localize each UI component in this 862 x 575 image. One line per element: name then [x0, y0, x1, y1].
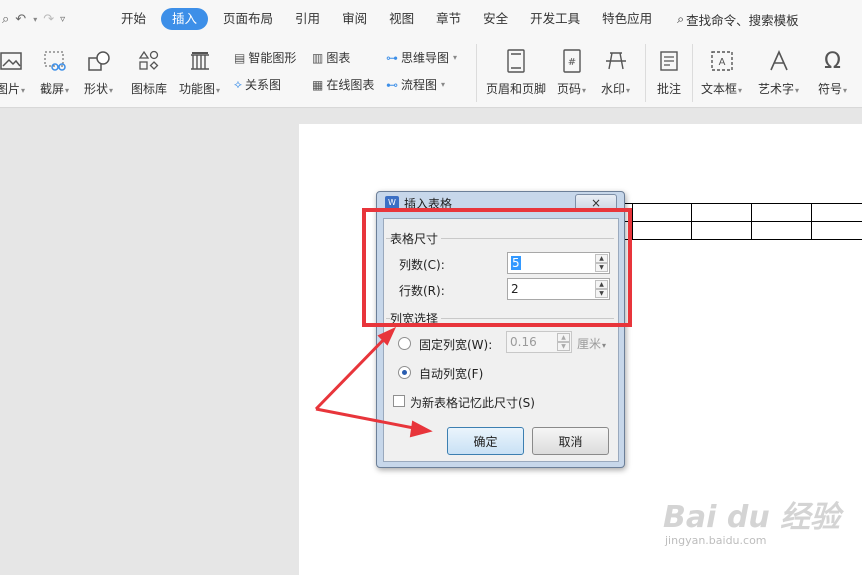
auto-width-radio[interactable] [398, 366, 411, 379]
spin-down-icon: ▼ [557, 342, 570, 351]
watermark-url: jingyan.baidu.com [665, 534, 767, 547]
shapes-button[interactable]: 形状▾ [84, 48, 113, 97]
comment-button[interactable]: 批注 [656, 48, 682, 97]
menu-bar: ⌕ ↶ ▾ ↷ ▿ 开始 插入 页面布局 引用 审阅 视图 章节 安全 开发工具 … [0, 0, 862, 38]
spin-up-icon: ▲ [557, 333, 570, 342]
comment-label: 批注 [656, 82, 681, 96]
remember-size-label: 为新表格记忆此尺寸(S) [410, 396, 535, 410]
command-search[interactable]: ⌕ 查找命令、搜索模板 [677, 10, 799, 29]
watermark-label: 水印▾ [601, 82, 631, 96]
unit-select: 厘米▾ [577, 337, 607, 351]
ribbon-toolbar: 图片▾ 截屏▾ 形状▾ 图标库 功能图▾ ▤ 智能图形 ▥ 图表 ⊶ 思维导图 ▾ ⟡ 关… [0, 38, 862, 108]
word-art-button[interactable]: 艺术字▾ [758, 48, 799, 97]
text-box-icon: A [709, 48, 735, 74]
tab-references[interactable]: 引用 [284, 8, 331, 30]
svg-text:A: A [718, 57, 725, 68]
watermark-icon [603, 48, 629, 74]
bar-chart-icon: ▥ [312, 50, 324, 65]
omega-icon: Ω [824, 48, 841, 74]
undo-dropdown-icon[interactable]: ▾ [33, 15, 37, 24]
symbol-label: 符号▾ [818, 82, 848, 96]
smart-graphic-icon: ▤ [234, 50, 246, 65]
quick-access-toolbar: ⌕ ↶ ▾ ↷ ▿ [0, 12, 110, 27]
table-border [811, 203, 812, 240]
search-icon[interactable]: ⌕ [2, 12, 9, 27]
text-box-button[interactable]: A 文本框▾ [701, 48, 742, 97]
icon-library-label: 图标库 [131, 82, 168, 96]
tab-home[interactable]: 开始 [110, 8, 157, 30]
ok-button[interactable]: 确定 [447, 427, 524, 455]
fixed-width-radio[interactable] [398, 337, 411, 350]
tab-chapter[interactable]: 章节 [425, 8, 472, 30]
tab-insert[interactable]: 插入 [161, 8, 209, 30]
shapes-label: 形状▾ [84, 82, 114, 96]
highlight-box [362, 208, 632, 327]
header-footer-label: 页眉和页脚 [486, 82, 547, 96]
table-border [691, 203, 692, 240]
table-border [632, 203, 633, 240]
online-chart-icon: ▦ [312, 77, 324, 92]
shapes-icon [86, 48, 112, 74]
picture-label: 图片▾ [0, 82, 26, 96]
command-search-label: 查找命令、搜索模板 [686, 12, 799, 28]
header-footer-icon [503, 48, 529, 74]
auto-width-label: 自动列宽(F) [419, 367, 484, 381]
fixed-width-spin-buttons: ▲ ▼ [557, 333, 570, 351]
relation-chart-button[interactable]: ⟡ 关系图 [234, 76, 281, 93]
customize-dropdown-icon[interactable]: ▿ [60, 14, 65, 25]
table-border [751, 203, 752, 240]
tab-security[interactable]: 安全 [472, 8, 519, 30]
fixed-width-label: 固定列宽(W): [419, 338, 493, 352]
function-chart-button[interactable]: 功能图▾ [179, 48, 220, 97]
ribbon-divider [476, 44, 477, 102]
watermark-brand: Bai du 经验 [663, 500, 841, 535]
tab-review[interactable]: 审阅 [331, 8, 378, 30]
search-icon: ⌕ [677, 11, 685, 26]
ribbon-tabs: 开始 插入 页面布局 引用 审阅 视图 章节 安全 开发工具 特色应用 [110, 8, 663, 30]
tab-developer[interactable]: 开发工具 [519, 8, 591, 30]
online-chart-button[interactable]: ▦ 在线图表 [312, 76, 374, 93]
picture-icon [0, 48, 24, 74]
mind-map-button[interactable]: ⊶ 思维导图 ▾ [386, 49, 457, 66]
comment-icon [656, 48, 682, 74]
word-art-icon [766, 48, 792, 74]
header-footer-button[interactable]: 页眉和页脚 [486, 48, 546, 97]
flowchart-icon: ⊷ [386, 77, 398, 92]
screenshot-button[interactable]: 截屏▾ [40, 48, 69, 97]
icon-library-icon [136, 48, 162, 74]
tab-view[interactable]: 视图 [378, 8, 425, 30]
word-art-label: 艺术字▾ [758, 82, 800, 96]
relation-chart-icon: ⟡ [234, 77, 242, 91]
function-chart-icon [187, 48, 213, 74]
symbol-button[interactable]: Ω 符号▾ [818, 48, 847, 97]
mind-map-icon: ⊶ [386, 50, 398, 65]
svg-text:#: # [567, 57, 575, 68]
redo-icon[interactable]: ↷ [43, 12, 54, 27]
tab-page-layout[interactable]: 页面布局 [212, 8, 284, 30]
fixed-width-spinner: ▲▼ [506, 331, 572, 353]
undo-icon[interactable]: ↶ [15, 12, 26, 27]
scissors-icon [42, 48, 68, 74]
function-chart-label: 功能图▾ [179, 82, 221, 96]
text-box-label: 文本框▾ [701, 82, 743, 96]
watermark-button[interactable]: 水印▾ [601, 48, 630, 97]
ribbon-divider [645, 44, 646, 102]
picture-button[interactable]: 图片▾ [0, 48, 25, 97]
page-number-icon: # [559, 48, 585, 74]
smart-graphic-button[interactable]: ▤ 智能图形 [234, 49, 296, 66]
flowchart-button[interactable]: ⊷ 流程图 ▾ [386, 76, 445, 93]
remember-size-checkbox[interactable] [393, 395, 405, 407]
icon-library-button[interactable]: 图标库 [131, 48, 167, 97]
chart-button[interactable]: ▥ 图表 [312, 49, 350, 66]
tab-special-apps[interactable]: 特色应用 [591, 8, 663, 30]
cancel-button[interactable]: 取消 [532, 427, 609, 455]
page-number-button[interactable]: # 页码▾ [557, 48, 586, 97]
baidu-jingyan-watermark: Bai du 经验 jingyan.baidu.com [663, 478, 853, 558]
page-number-label: 页码▾ [557, 82, 587, 96]
ribbon-divider [692, 44, 693, 102]
screenshot-label: 截屏▾ [40, 82, 70, 96]
